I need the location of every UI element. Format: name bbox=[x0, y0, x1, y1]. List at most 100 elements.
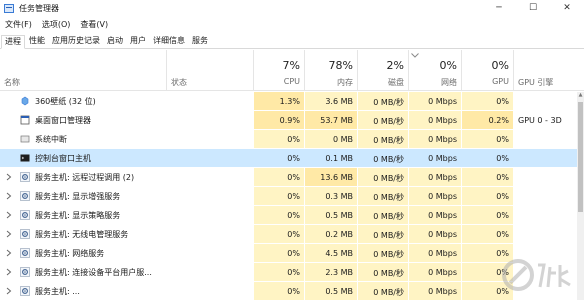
close-button[interactable]: ✕ bbox=[550, 0, 584, 16]
process-row[interactable]: 服务主机: 无线电管理服务 0% 0.2 MB 0 MB/秒 0 Mbps 0% bbox=[0, 225, 584, 243]
process-row[interactable]: 系统中断 0% 0 MB 0 MB/秒 0 Mbps 0% bbox=[0, 130, 584, 148]
service-gear-icon bbox=[20, 172, 30, 182]
sort-descending-icon bbox=[411, 53, 419, 58]
process-row[interactable]: 服务主机: 远程过程调用 (2) 0% 13.6 MB 0 MB/秒 0 Mbps 0% bbox=[0, 168, 584, 186]
scroll-up-icon[interactable]: ▲ bbox=[577, 92, 584, 100]
cell-disk: 0 MB/秒 bbox=[358, 111, 408, 129]
cell-gpu-engine bbox=[514, 149, 577, 167]
cell-gpu: 0% bbox=[462, 92, 513, 110]
tab-performance[interactable]: 性能 bbox=[26, 34, 48, 48]
column-gpu[interactable]: 0% GPU bbox=[462, 50, 513, 91]
system-icon bbox=[20, 134, 30, 144]
cell-memory: 2.3 MB bbox=[305, 263, 357, 281]
disk-total-percent: 2% bbox=[386, 59, 404, 72]
process-row[interactable]: 服务主机: 显示策略服务 0% 0.5 MB 0 MB/秒 0 Mbps 0% bbox=[0, 206, 584, 224]
expand-chevron-icon[interactable] bbox=[6, 230, 12, 238]
cell-cpu: 0.9% bbox=[254, 111, 304, 129]
console-icon bbox=[20, 153, 30, 163]
cell-gpu: 0% bbox=[462, 225, 513, 243]
cell-memory: 3.6 MB bbox=[305, 92, 357, 110]
column-memory[interactable]: 78% 内存 bbox=[305, 50, 357, 91]
cell-gpu-engine bbox=[514, 92, 577, 110]
expand-chevron-icon[interactable] bbox=[6, 287, 12, 295]
menu-bar: 文件(F) 选项(O) 查看(V) bbox=[0, 17, 113, 31]
minimize-button[interactable]: ─ bbox=[482, 0, 516, 16]
cell-disk: 0 MB/秒 bbox=[358, 187, 408, 205]
gpu-total-percent: 0% bbox=[491, 59, 509, 72]
process-name: 桌面窗口管理器 bbox=[35, 116, 91, 125]
cell-gpu-engine bbox=[514, 187, 577, 205]
tab-startup[interactable]: 启动 bbox=[104, 34, 126, 48]
network-total-percent: 0% bbox=[439, 59, 457, 72]
cell-network: 0 Mbps bbox=[409, 187, 461, 205]
process-row[interactable]: 服务主机: 连接设备平台用户服... 0% 2.3 MB 0 MB/秒 0 Mbps 0% bbox=[0, 263, 584, 281]
service-gear-icon bbox=[20, 267, 30, 277]
tab-app-history[interactable]: 应用历史记录 bbox=[49, 34, 103, 48]
cell-network: 0 Mbps bbox=[409, 206, 461, 224]
expand-chevron-icon[interactable] bbox=[6, 173, 12, 181]
column-status[interactable]: 状态 bbox=[167, 50, 253, 91]
process-row[interactable]: 桌面窗口管理器 0.9% 53.7 MB 0 MB/秒 0 Mbps 0.2% GPU 0 … bbox=[0, 111, 584, 129]
column-header: 名称 状态 7% CPU 78% 内存 2% 磁盘 0% 网络 0% GPU G… bbox=[0, 50, 584, 91]
cell-disk: 0 MB/秒 bbox=[358, 92, 408, 110]
cell-cpu: 0% bbox=[254, 168, 304, 186]
cell-gpu: 0% bbox=[462, 130, 513, 148]
column-disk[interactable]: 2% 磁盘 bbox=[358, 50, 408, 91]
cell-gpu: 0.2% bbox=[462, 111, 513, 129]
title-bar: 任务管理器 ─ ☐ ✕ bbox=[0, 0, 584, 16]
tab-processes[interactable]: 进程 bbox=[1, 35, 25, 49]
process-name: 360壁纸 (32 位) bbox=[35, 97, 96, 106]
process-row[interactable]: 服务主机: 网络服务 0% 4.5 MB 0 MB/秒 0 Mbps 0% bbox=[0, 244, 584, 262]
menu-options[interactable]: 选项(O) bbox=[37, 19, 76, 30]
window-title: 任务管理器 bbox=[19, 3, 59, 13]
expand-chevron-icon[interactable] bbox=[6, 192, 12, 200]
scrollbar-thumb[interactable] bbox=[578, 102, 583, 212]
process-row[interactable]: 服务主机: ... 0% 0.5 MB 0 MB/秒 0 Mbps 0% bbox=[0, 282, 584, 300]
menu-view[interactable]: 查看(V) bbox=[75, 19, 113, 30]
process-name: 服务主机: 显示增强服务 bbox=[35, 192, 121, 201]
expand-chevron-icon[interactable] bbox=[6, 268, 12, 276]
cell-gpu: 0% bbox=[462, 187, 513, 205]
cell-network: 0 Mbps bbox=[409, 263, 461, 281]
cell-gpu-engine bbox=[514, 168, 577, 186]
cell-network: 0 Mbps bbox=[428, 154, 457, 163]
process-name: 控制台窗口主机 bbox=[35, 154, 91, 163]
cell-network: 0 Mbps bbox=[409, 130, 461, 148]
process-name: 服务主机: ... bbox=[35, 287, 80, 296]
cell-gpu-engine bbox=[514, 206, 577, 224]
tab-users[interactable]: 用户 bbox=[127, 34, 149, 48]
process-list: 360壁纸 (32 位) 1.3% 3.6 MB 0 MB/秒 0 Mbps 0% 桌面窗口… bbox=[0, 92, 584, 300]
column-gpu-engine[interactable]: GPU 引擎 bbox=[514, 50, 577, 91]
cell-cpu: 0% bbox=[254, 282, 304, 300]
process-row[interactable]: 控制台窗口主机 0% 0.1 MB 0 MB/秒 0 Mbps 0% bbox=[0, 149, 584, 167]
column-gpu-engine-label: GPU 引擎 bbox=[518, 78, 554, 87]
cell-cpu: 1.3% bbox=[254, 92, 304, 110]
menu-file[interactable]: 文件(F) bbox=[0, 19, 37, 30]
cell-disk: 0 MB/秒 bbox=[358, 263, 408, 281]
cell-memory: 4.5 MB bbox=[305, 244, 357, 262]
tab-services[interactable]: 服务 bbox=[189, 34, 211, 48]
cell-disk: 0 MB/秒 bbox=[358, 206, 408, 224]
tab-details[interactable]: 详细信息 bbox=[150, 34, 188, 48]
column-name[interactable]: 名称 bbox=[0, 50, 166, 91]
cell-memory: 13.6 MB bbox=[305, 168, 357, 186]
task-manager-icon bbox=[4, 3, 14, 13]
cell-network: 0 Mbps bbox=[409, 244, 461, 262]
service-gear-icon bbox=[20, 210, 30, 220]
cell-gpu-engine: GPU 0 - 3D bbox=[518, 116, 562, 125]
process-row[interactable]: 360壁纸 (32 位) 1.3% 3.6 MB 0 MB/秒 0 Mbps 0% bbox=[0, 92, 584, 110]
process-row[interactable]: 服务主机: 显示增强服务 0% 0.3 MB 0 MB/秒 0 Mbps 0% bbox=[0, 187, 584, 205]
cell-gpu: 0% bbox=[462, 206, 513, 224]
expand-chevron-icon[interactable] bbox=[6, 249, 12, 257]
expand-chevron-icon[interactable] bbox=[6, 211, 12, 219]
column-network[interactable]: 0% 网络 bbox=[409, 50, 461, 91]
service-gear-icon bbox=[20, 191, 30, 201]
column-cpu-label: CPU bbox=[283, 77, 300, 86]
maximize-button[interactable]: ☐ bbox=[516, 0, 550, 16]
service-gear-icon bbox=[20, 229, 30, 239]
window-manager-icon bbox=[20, 115, 30, 125]
process-name: 服务主机: 网络服务 bbox=[35, 249, 105, 258]
column-cpu[interactable]: 7% CPU bbox=[254, 50, 304, 91]
memory-total-percent: 78% bbox=[328, 59, 353, 72]
process-name: 服务主机: 显示策略服务 bbox=[35, 211, 121, 220]
